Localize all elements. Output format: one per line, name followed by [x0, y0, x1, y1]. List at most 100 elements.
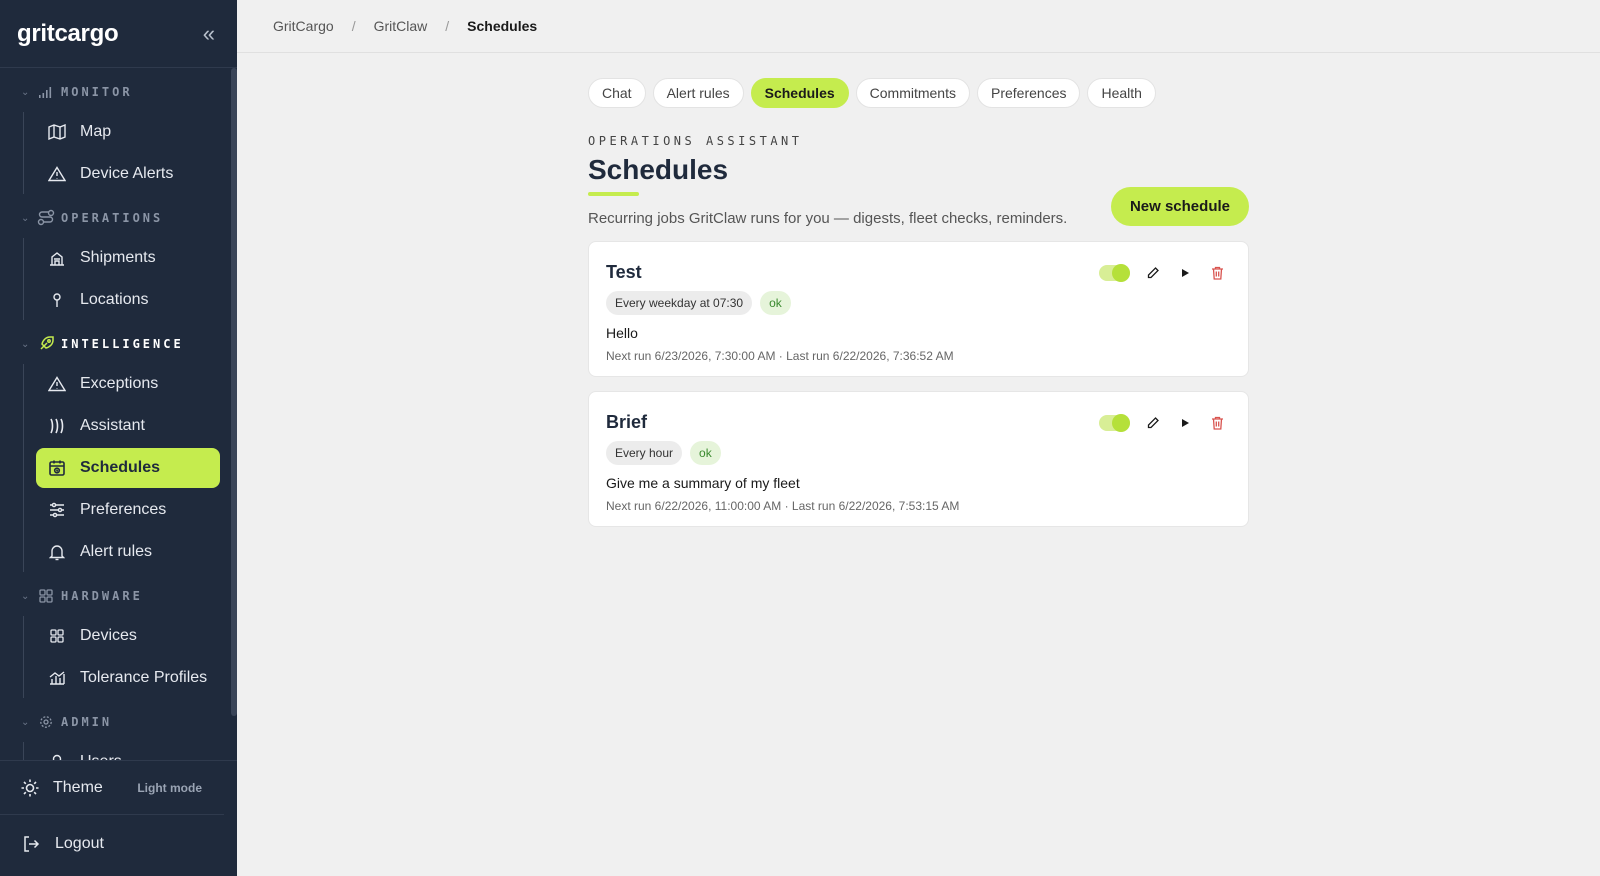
shipments-icon	[47, 248, 67, 268]
schedule-prompt: Hello	[606, 325, 638, 341]
section-header-hardware[interactable]: ⌄ HARDWARE	[0, 578, 229, 614]
sidebar-item-map[interactable]: Map	[36, 112, 220, 152]
theme-toggle[interactable]: Theme Light mode	[0, 761, 224, 815]
sidebar-item-tolerance-profiles[interactable]: Tolerance Profiles	[36, 658, 220, 698]
sidebar-nav: ⌄ MONITOR Map Device Alerts ⌄ OPERATIONS Shipm…	[0, 68, 229, 760]
toggle-knob	[1112, 414, 1130, 432]
theme-mode: Light mode	[137, 780, 202, 795]
section-title: OPERATIONS	[61, 211, 164, 225]
signal-icon	[37, 83, 55, 101]
breadcrumb-gritcargo[interactable]: GritCargo	[273, 18, 334, 34]
brand-logo: gritcargo	[17, 19, 119, 47]
breadcrumb-current: Schedules	[467, 18, 538, 34]
frequency-badge: Every hour	[606, 441, 683, 465]
sidebar-item-users[interactable]: Users	[36, 742, 220, 760]
run-now-play-icon[interactable]	[1176, 414, 1194, 432]
brand-row: gritcargo «	[0, 0, 237, 68]
section-group-hardware: Devices Tolerance Profiles	[23, 616, 229, 698]
chart-icon	[47, 668, 67, 688]
enable-toggle[interactable]	[1099, 414, 1130, 432]
delete-trash-icon[interactable]	[1208, 264, 1226, 282]
new-schedule-button[interactable]: New schedule	[1110, 187, 1249, 226]
chevron-down-icon: ⌄	[21, 590, 30, 602]
sidebar-item-exceptions[interactable]: Exceptions	[36, 364, 220, 404]
sidebar-item-label: Locations	[80, 291, 149, 308]
tab-alert-rules[interactable]: Alert rules	[652, 78, 744, 108]
schedule-run-times: Next run 6/23/2026, 7:30:00 AM · Last ru…	[606, 349, 954, 363]
sidebar-item-label: Exceptions	[80, 375, 159, 392]
chevron-down-icon: ⌄	[21, 338, 30, 350]
subtitle-row: Recurring jobs GritClaw runs for you — d…	[588, 187, 1249, 227]
section-header-admin[interactable]: ⌄ ADMIN	[0, 704, 229, 740]
tab-schedules[interactable]: Schedules	[750, 78, 849, 108]
collapse-sidebar-icon[interactable]: «	[203, 22, 215, 45]
run-now-play-icon[interactable]	[1176, 264, 1194, 282]
sidebar-item-device-alerts[interactable]: Device Alerts	[36, 154, 220, 194]
page-subtitle: Recurring jobs GritClaw runs for you — d…	[588, 210, 1068, 227]
sidebar-item-locations[interactable]: Locations	[36, 280, 220, 320]
sidebar-item-preferences[interactable]: Preferences	[36, 490, 220, 530]
rocket-icon	[37, 335, 55, 353]
edit-pencil-icon[interactable]	[1144, 414, 1162, 432]
tab-commitments[interactable]: Commitments	[855, 78, 970, 108]
main-area: GritCargo / GritClaw / Schedules Chat Ale…	[237, 0, 1600, 876]
section-header-monitor[interactable]: ⌄ MONITOR	[0, 74, 229, 110]
tab-bar: Chat Alert rules Schedules Commitments Prefe…	[588, 78, 1249, 108]
section-group-intelligence: Exceptions Assistant Schedules Preferences A…	[23, 364, 229, 572]
sidebar-item-label: Alert rules	[80, 543, 153, 560]
location-pin-icon	[47, 290, 67, 310]
map-icon	[47, 122, 67, 142]
warning-icon	[47, 164, 67, 184]
page-title: Schedules	[588, 154, 729, 185]
section-group-operations: Shipments Locations	[23, 238, 229, 320]
sidebar-item-label: Users	[80, 753, 122, 760]
sidebar-item-label: Device Alerts	[80, 165, 174, 182]
tab-chat[interactable]: Chat	[588, 78, 646, 108]
breadcrumb-gritclaw[interactable]: GritClaw	[374, 18, 428, 34]
sidebar-item-devices[interactable]: Devices	[36, 616, 220, 656]
delete-trash-icon[interactable]	[1208, 414, 1226, 432]
content: Chat Alert rules Schedules Commitments Prefe…	[588, 78, 1249, 527]
chevron-down-icon: ⌄	[21, 212, 30, 224]
section-header-operations[interactable]: ⌄ OPERATIONS	[0, 200, 229, 236]
enable-toggle[interactable]	[1099, 264, 1130, 282]
schedule-actions	[1099, 414, 1226, 432]
status-badge: ok	[690, 441, 721, 465]
sidebar-item-label: Map	[80, 123, 112, 140]
sidebar-item-shipments[interactable]: Shipments	[36, 238, 220, 278]
sidebar-item-schedules[interactable]: Schedules	[36, 448, 220, 488]
breadcrumb-separator: /	[445, 18, 450, 34]
sidebar-item-alert-rules[interactable]: Alert rules	[36, 532, 220, 572]
section-title: MONITOR	[61, 85, 133, 99]
calendar-icon	[47, 458, 67, 478]
tab-health[interactable]: Health	[1087, 78, 1156, 108]
bell-icon	[47, 542, 67, 562]
chevron-down-icon: ⌄	[21, 86, 30, 98]
tab-preferences[interactable]: Preferences	[977, 78, 1081, 108]
sliders-icon	[47, 500, 67, 520]
schedule-card: Test Every weekday at 07:30 ok Hello Nex…	[588, 241, 1249, 377]
schedule-badges: Every weekday at 07:30 ok	[606, 291, 1231, 315]
sidebar-item-label: Devices	[80, 627, 137, 644]
logout-icon	[22, 835, 42, 853]
route-icon	[37, 209, 55, 227]
chevron-down-icon: ⌄	[21, 716, 30, 728]
sidebar: gritcargo « ⌄ MONITOR Map Device Alerts ⌄ OPE…	[0, 0, 237, 876]
schedule-prompt: Give me a summary of my fleet	[606, 475, 800, 491]
logout-button[interactable]: Logout	[0, 815, 237, 873]
breadcrumb: GritCargo / GritClaw / Schedules	[237, 0, 1600, 53]
schedule-run-times: Next run 6/22/2026, 11:00:00 AM · Last r…	[606, 499, 960, 513]
section-group-monitor: Map Device Alerts	[23, 112, 229, 194]
breadcrumb-separator: /	[351, 18, 356, 34]
section-title: ADMIN	[61, 715, 113, 729]
sidebar-item-assistant[interactable]: Assistant	[36, 406, 220, 446]
section-group-admin: Users	[23, 742, 229, 760]
section-header-intelligence[interactable]: ⌄ INTELLIGENCE	[0, 326, 229, 362]
edit-pencil-icon[interactable]	[1144, 264, 1162, 282]
schedule-actions	[1099, 264, 1226, 282]
user-icon	[47, 752, 67, 760]
schedule-badges: Every hour ok	[606, 441, 1231, 465]
section-title: INTELLIGENCE	[61, 337, 184, 351]
gear-icon	[37, 713, 55, 731]
toggle-knob	[1112, 264, 1130, 282]
